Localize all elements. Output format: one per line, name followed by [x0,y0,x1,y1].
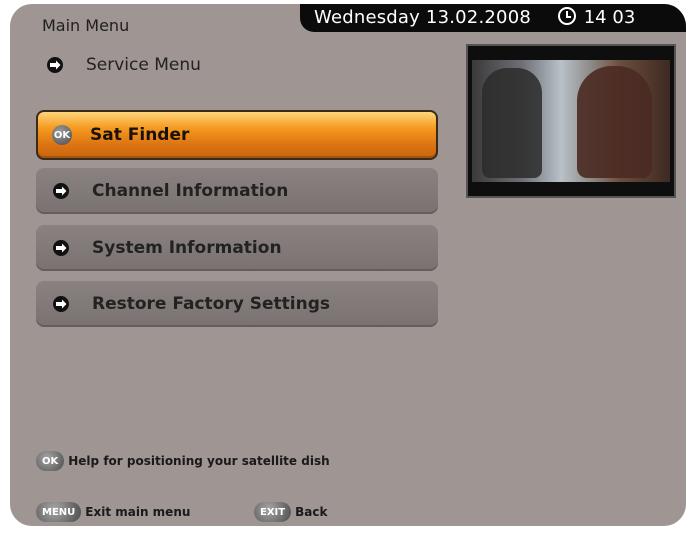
menu-key-icon: MENU [36,502,82,522]
preview-figure [482,68,542,178]
time-text: 14 03 [583,7,636,28]
footer-back[interactable]: EXIT Back [254,502,327,522]
arrow-icon [52,182,70,200]
main-menu-screen: Wednesday 13.02.2008 14 03 Main Menu Ser… [10,4,686,526]
video-preview [466,44,676,198]
exit-key-icon: EXIT [254,502,292,522]
menu-item-label: Restore Factory Settings [92,294,330,314]
menu-item-label: Channel Information [92,181,289,201]
menu-item-channel-information[interactable]: Channel Information [36,168,438,214]
menu-item-sat-finder[interactable]: OK Sat Finder [36,110,438,160]
help-hint: OK Help for positioning your satellite d… [36,451,330,471]
time-display: 14 03 [558,7,635,28]
ok-badge-icon: OK [52,125,72,145]
arrow-icon [46,56,64,74]
help-text: Help for positioning your satellite dish [68,454,330,468]
preview-figure [577,66,652,178]
footer-exit-text: Back [295,505,328,519]
arrow-icon [52,239,70,257]
page-title: Main Menu [42,16,130,35]
date-display: Wednesday 13.02.2008 [314,7,531,28]
clock-icon [558,7,576,25]
footer-menu-text: Exit main menu [85,505,191,519]
menu-item-restore-factory-settings[interactable]: Restore Factory Settings [36,281,438,327]
arrow-icon [52,295,70,313]
service-menu-item[interactable]: Service Menu [46,52,201,78]
footer-exit-menu[interactable]: MENU Exit main menu [36,502,190,522]
menu-item-label: Sat Finder [90,125,190,145]
menu-item-system-information[interactable]: System Information [36,225,438,271]
ok-key-icon: OK [36,451,65,471]
menu-item-label: System Information [92,238,282,258]
tv-picture [472,60,670,182]
service-menu-label: Service Menu [86,55,201,75]
